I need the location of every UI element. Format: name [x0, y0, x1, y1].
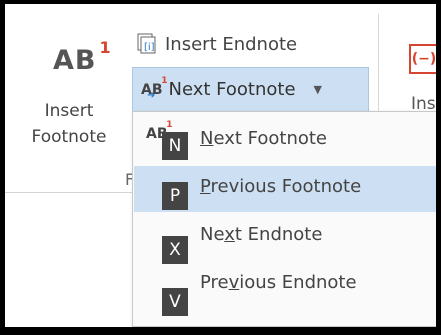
- keytip-badge: N: [162, 132, 188, 160]
- keytip-badge: V: [162, 288, 188, 316]
- keytip-badge: X: [162, 236, 188, 264]
- next-footnote-dropdown-menu: AB 1 Next Footnote N Previous Footnote P …: [132, 111, 436, 327]
- insert-citation-icon[interactable]: (−): [409, 44, 436, 74]
- menu-item-label: Next Endnote: [200, 224, 323, 245]
- keytip-badge: P: [162, 182, 188, 210]
- insert-endnote-button[interactable]: [i] Insert Endnote: [135, 30, 297, 58]
- insert-footnote-label: Insert Footnote: [31, 101, 107, 147]
- app-window: AB 1 Insert Footnote [i] Insert Endnote A…: [5, 4, 436, 327]
- insert-footnote-button[interactable]: AB 1 Insert Footnote: [23, 32, 111, 162]
- next-footnote-icon: AB 1 ➜: [141, 75, 168, 101]
- next-footnote-split-button[interactable]: AB 1 ➜ Next Footnote ▼: [132, 67, 369, 112]
- svg-text:[i]: [i]: [144, 42, 155, 53]
- insert-footnote-icon: AB 1: [53, 38, 112, 76]
- chevron-down-icon[interactable]: ▼: [314, 83, 322, 96]
- insert-endnote-icon: [i]: [135, 32, 159, 56]
- menu-item-label: Next Footnote: [200, 128, 328, 149]
- menu-item-label: Previous Endnote: [200, 272, 357, 293]
- menu-item-label: Previous Footnote: [200, 176, 362, 197]
- next-footnote-label: Next Footnote: [168, 79, 296, 100]
- insert-endnote-label: Insert Endnote: [165, 33, 298, 55]
